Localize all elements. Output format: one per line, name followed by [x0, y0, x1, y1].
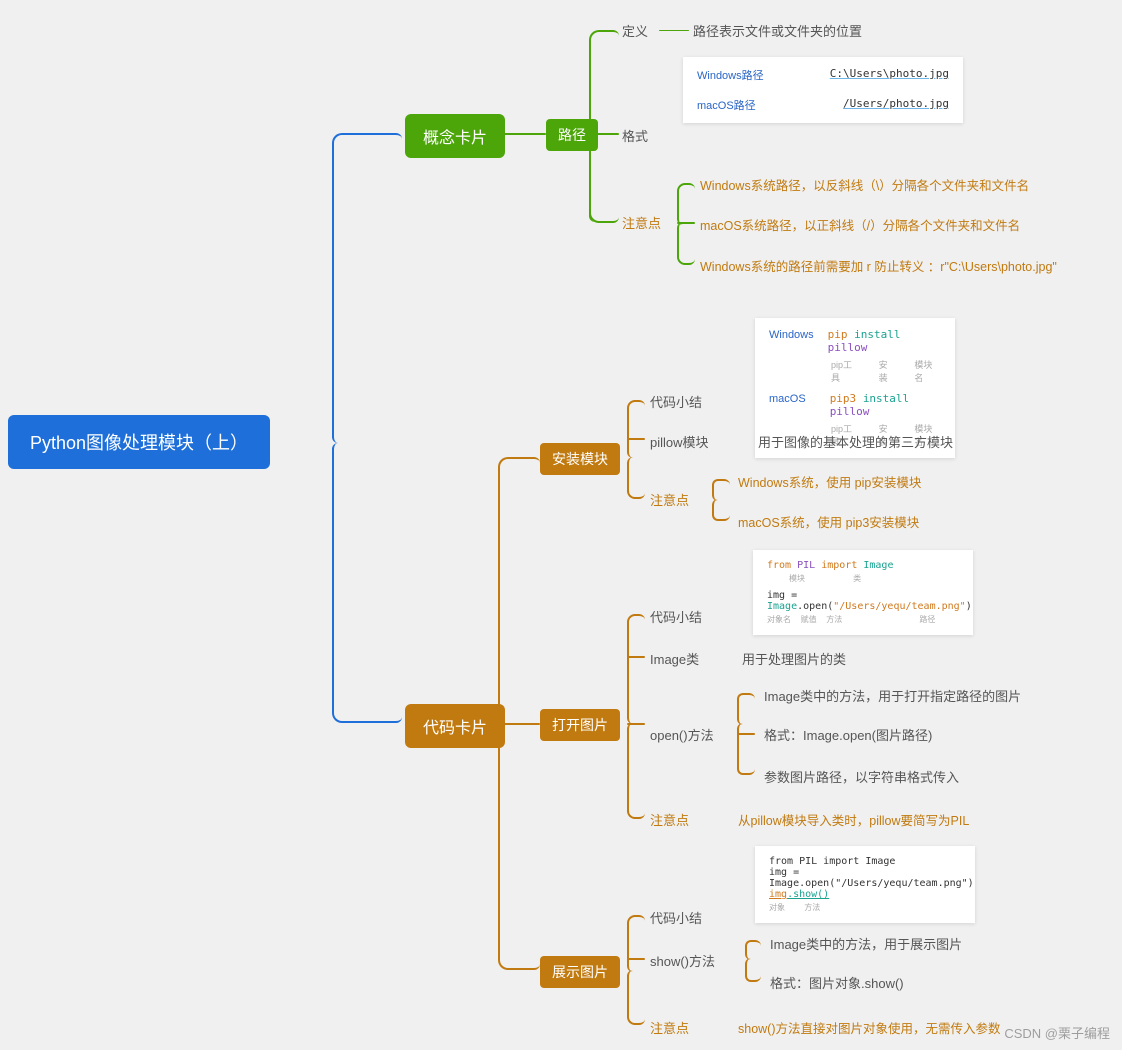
open-method-n3: 参数图片路径，以字符串格式传入 — [764, 767, 959, 786]
show-bill: from PIL import Image img = Image.open("… — [755, 846, 975, 923]
open-note-label: 注意点 — [650, 810, 689, 829]
watermark: CSDN @栗子编程 — [1004, 1023, 1110, 1042]
show-r1: 对象 — [769, 903, 785, 912]
install-note-1: Windows系统，使用 pip安装模块 — [738, 472, 921, 491]
show-method-n1: Image类中的方法，用于展示图片 — [770, 934, 962, 953]
image-class-text: 用于处理图片的类 — [742, 649, 846, 668]
install-summary: 代码小结 — [650, 392, 702, 411]
show-method-label: show()方法 — [650, 951, 715, 970]
pillow-label: pillow模块 — [650, 432, 709, 451]
show-method-n2: 格式：图片对象.show() — [770, 973, 904, 992]
root-node[interactable]: Python图像处理模块（上） — [8, 415, 270, 469]
pkg2: pillow — [830, 405, 870, 418]
install-node[interactable]: 安装模块 — [540, 443, 620, 475]
install-note-2: macOS系统，使用 pip3安装模块 — [738, 512, 919, 531]
pip: pip — [828, 328, 848, 341]
rub2: 类 — [853, 574, 861, 583]
pillow-text: 用于图像的基本处理的第三方模块 — [758, 432, 953, 451]
open-node[interactable]: 打开图片 — [540, 709, 620, 741]
show-l2: img = Image.open("/Users/yequ/team.png") — [769, 867, 961, 889]
open-method-label: open()方法 — [650, 725, 714, 744]
img-var: img — [767, 590, 785, 601]
concept-note-2: macOS系统路径，以正斜线（/）分隔各个文件夹和文件名 — [700, 215, 1020, 234]
rub1: 模块 — [789, 574, 805, 583]
concept-note-1: Windows系统路径，以反斜线（\）分隔各个文件夹和文件名 — [700, 175, 1029, 194]
r3: 模块名 — [914, 358, 941, 384]
show-l3b: .show() — [787, 889, 829, 900]
r2: 安装 — [879, 358, 897, 384]
image-cls2: Image — [767, 601, 797, 612]
path-str: "/Users/yequ/team.png" — [833, 601, 965, 612]
rub5: 方法 — [826, 615, 842, 624]
import-kw: import — [821, 560, 857, 571]
pil: PIL — [797, 560, 815, 571]
rub4: 赋值 — [801, 615, 817, 624]
path-format-bill: Windows路径 C:\Users\photo.jpg macOS路径 /Us… — [683, 57, 963, 123]
concept-note-3: Windows系统的路径前需要加 r 防止转义 ：r"C:\Users\phot… — [700, 256, 1057, 275]
show-node[interactable]: 展示图片 — [540, 956, 620, 988]
concept-note-label: 注意点 — [622, 213, 661, 232]
open-method-n1: Image类中的方法，用于打开指定路径的图片 — [764, 686, 1021, 705]
open-method-n2: 格式：Image.open(图片路径) — [764, 725, 932, 744]
win-val: C:\Users\photo.jpg — [830, 67, 949, 83]
show-summary: 代码小结 — [650, 908, 702, 927]
show-l3a: img — [769, 889, 787, 900]
from-kw: from — [767, 560, 791, 571]
pkg: pillow — [828, 341, 868, 354]
open-bill: from PIL import Image 模块 类 img = Image.o… — [753, 550, 973, 635]
mac-val: /Users/photo.jpg — [843, 97, 949, 113]
format-label: 格式 — [622, 126, 648, 145]
install-win: Windows — [769, 329, 814, 341]
pip3: pip3 — [830, 392, 857, 405]
r1: pip工具 — [831, 358, 861, 384]
install-mac: macOS — [769, 393, 806, 405]
close-paren: ) — [966, 601, 972, 612]
concept-card[interactable]: 概念卡片 — [405, 114, 505, 158]
mac-label: macOS路径 — [697, 97, 756, 113]
code-card[interactable]: 代码卡片 — [405, 704, 505, 748]
rub3: 对象名 — [767, 615, 791, 624]
show-note-text: show()方法直接对图片对象使用，无需传入参数 — [738, 1018, 1001, 1037]
install-kw2: install — [863, 392, 909, 405]
show-r2: 方法 — [804, 903, 820, 912]
open-note-text: 从pillow模块导入类时，pillow要简写为PIL — [738, 810, 969, 829]
show-l1: from PIL import Image — [769, 856, 961, 867]
install-kw: install — [854, 328, 900, 341]
dot-open: .open( — [797, 601, 833, 612]
show-note-label: 注意点 — [650, 1018, 689, 1037]
win-label: Windows路径 — [697, 67, 764, 83]
image-cls: Image — [863, 560, 893, 571]
image-class-label: Image类 — [650, 649, 699, 668]
eq: = — [791, 590, 797, 601]
path-node[interactable]: 路径 — [546, 119, 598, 151]
install-note-label: 注意点 — [650, 490, 689, 509]
def-text: 路径表示文件或文件夹的位置 — [693, 21, 862, 40]
def-label: 定义 — [622, 21, 648, 40]
rub6: 路径 — [919, 615, 935, 624]
open-summary: 代码小结 — [650, 607, 702, 626]
